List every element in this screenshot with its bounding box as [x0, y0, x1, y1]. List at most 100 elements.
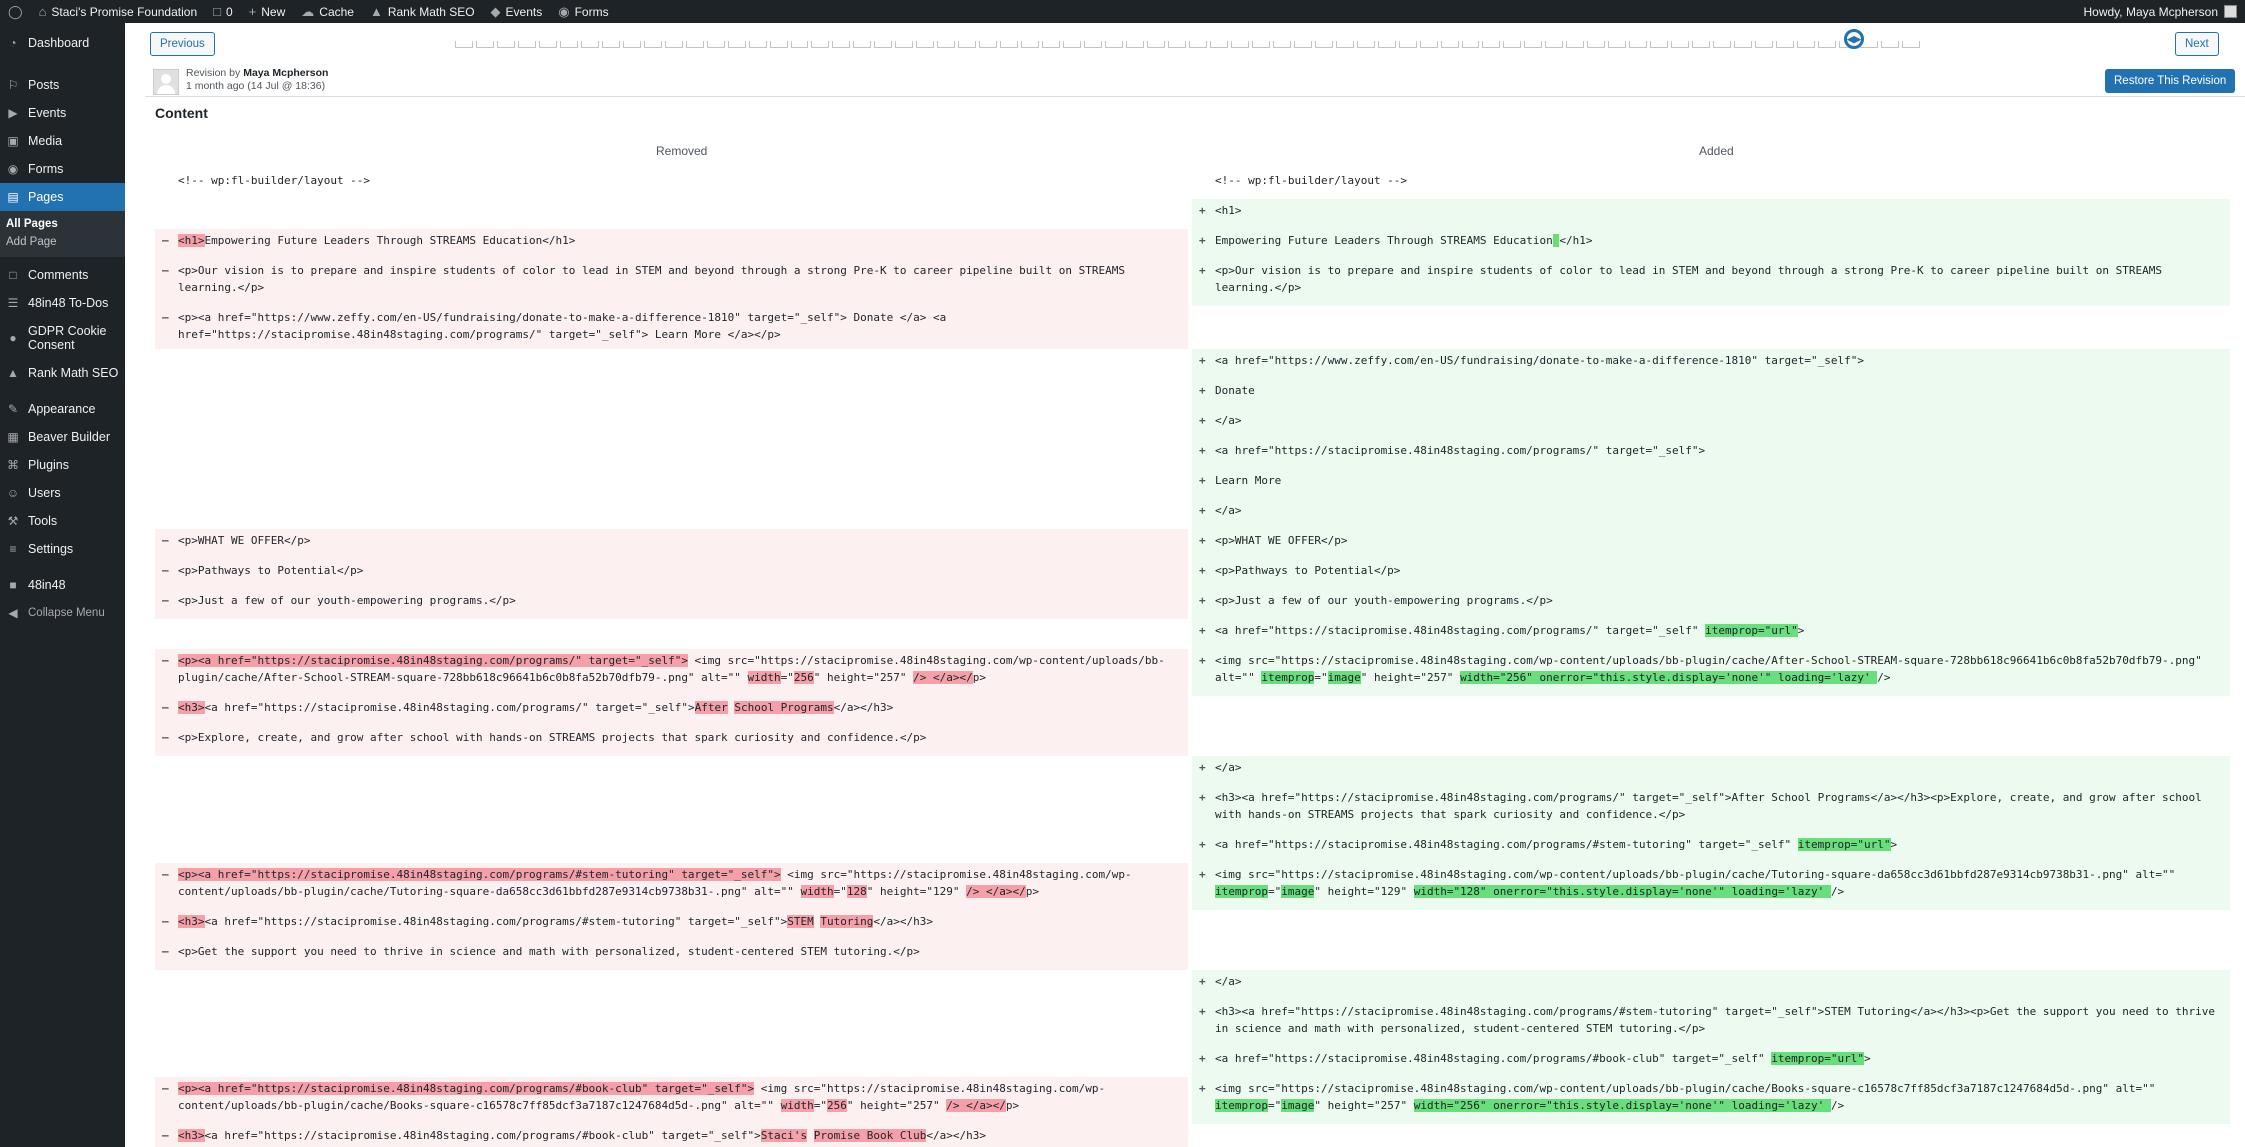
diff-text: <a href="https://stacipromise.48in48stag… — [1215, 444, 1706, 457]
diff-text: > — [1797, 624, 1805, 637]
slider-tick — [1692, 41, 1711, 48]
sidebar-item-users[interactable]: ☺ Users — [0, 479, 125, 507]
revision-author: Maya Mcpherson — [243, 67, 329, 79]
plus-icon: + — [1199, 534, 1206, 547]
sidebar-item-posts[interactable]: ⚐ Posts — [0, 71, 125, 99]
minus-icon: – — [162, 1129, 169, 1142]
sidebar-item-pages[interactable]: ▤ Pages — [0, 183, 125, 211]
previous-button[interactable]: Previous — [150, 32, 215, 56]
diff-text: > — [1890, 838, 1898, 851]
diff-row: – <p><a href="https://www.zeffy.com/en-US… — [155, 306, 2230, 349]
next-button[interactable]: Next — [2175, 32, 2219, 56]
added-text: width="128" onerror="this.style.display=… — [1413, 885, 1831, 898]
sidebar-item-comments[interactable]: □ Comments — [0, 261, 125, 289]
diff-row: + <h3><a href="https://stacipromise.48in4… — [155, 786, 2230, 833]
diff-added-line: + Donate — [1192, 379, 2230, 409]
slider-tick — [979, 41, 998, 48]
sidebar-item-settings[interactable]: ≡ Settings — [0, 535, 125, 563]
rank-math-link[interactable]: ▲ Rank Math SEO — [362, 0, 483, 23]
slider-tick — [1000, 41, 1019, 48]
diff-text: " height="129" — [1314, 885, 1414, 898]
collapse-menu-button[interactable]: ◀ Collapse Menu — [0, 599, 125, 627]
sidebar-item-rank-math[interactable]: ▲ Rank Math SEO — [0, 359, 125, 387]
comment-icon: □ — [213, 4, 221, 19]
home-icon: ⌂ — [38, 4, 47, 19]
chart-icon: ▲ — [7, 366, 19, 380]
plus-icon: + — [1199, 1052, 1206, 1065]
plus-icon: + — [1199, 838, 1206, 851]
plus-icon: + — [1199, 234, 1206, 247]
sidebar-item-plugins[interactable]: ⌘ Plugins — [0, 451, 125, 479]
minus-icon: – — [162, 915, 169, 928]
sidebar-item-beaver-builder[interactable]: ▦ Beaver Builder — [0, 423, 125, 451]
sidebar-item-dashboard[interactable]: ◔ Dashboard — [0, 29, 125, 57]
slider-tick — [1608, 41, 1627, 48]
site-name-link[interactable]: ⌂ Staci's Promise Foundation — [31, 0, 206, 23]
new-content-link[interactable]: + New — [241, 0, 294, 23]
diff-text: </h1> — [1559, 234, 1593, 247]
sidebar-item-label: Settings — [28, 542, 74, 556]
minus-icon: – — [162, 564, 169, 577]
sidebar-item-gdpr[interactable]: ● GDPR Cookie Consent — [0, 317, 125, 359]
slider-tick — [958, 41, 977, 48]
sidebar-item-48in48[interactable]: ■ 48in48 — [0, 571, 125, 599]
slider-tick — [1314, 41, 1333, 48]
plug-icon: ⌘ — [7, 458, 19, 472]
slider-tick — [1335, 41, 1354, 48]
diff-deleted-line: – <p><a href="https://www.zeffy.com/en-US… — [155, 306, 1188, 349]
slider-tick — [1167, 41, 1186, 48]
diff-row: – <h3><a href="https://stacipromise.48in4… — [155, 696, 2230, 726]
diff-text: <p>Just a few of our youth-empowering pr… — [1215, 594, 1553, 607]
slider-tick — [937, 41, 956, 48]
submenu-item-all-pages[interactable]: All Pages — [0, 215, 125, 233]
diff-text: </a></h3> — [833, 701, 894, 714]
sidebar-item-label: Tools — [28, 514, 58, 528]
diff-empty-cell — [155, 786, 1188, 833]
slider-tick — [1377, 41, 1396, 48]
account-menu[interactable]: Howdy, Maya Mcpherson — [2084, 5, 2245, 19]
slider-handle-icon[interactable]: ◀▶ — [1844, 29, 1865, 49]
sidebar-item-tools[interactable]: ⚒ Tools — [0, 507, 125, 535]
diff-text: Donate — [1215, 384, 1255, 397]
diff-empty-cell — [1192, 726, 2230, 756]
cloud-icon: ☁ — [301, 3, 315, 19]
slider-tick — [811, 41, 830, 48]
submenu-item-add-page[interactable]: Add Page — [0, 233, 125, 251]
removed-text: <p><a href="https://stacipromise.48in48s… — [178, 868, 781, 881]
cache-link[interactable]: ☁ Cache — [293, 0, 362, 23]
forms-link[interactable]: ◉ Forms — [550, 0, 616, 23]
diff-deleted-line: – <p>Pathways to Potential</p> — [155, 559, 1188, 589]
slider-tick — [1126, 41, 1144, 48]
diff-row: – <h1>Empowering Future Leaders Through S… — [155, 229, 2230, 259]
sidebar-item-label: Forms — [28, 162, 64, 176]
plus-icon: + — [1199, 444, 1206, 457]
diff-text: <a href="https://stacipromise.48in48stag… — [204, 915, 788, 928]
diff-text: =" — [1314, 671, 1328, 684]
plus-icon: + — [1199, 761, 1206, 774]
diff-text: <a href="https://stacipromise.48in48stag… — [1215, 624, 1706, 637]
revision-slider-track[interactable] — [455, 41, 1920, 49]
diff-text: </a></h3> — [873, 915, 934, 928]
sidebar-item-todos[interactable]: ☰ 48in48 To-Dos — [0, 289, 125, 317]
slider-tick — [1461, 41, 1480, 48]
diff-row: + <a href="https://stacipromise.48in48st… — [155, 619, 2230, 649]
diff-text: " height="257" — [1314, 1099, 1414, 1112]
sidebar-item-forms[interactable]: ◉ Forms — [0, 155, 125, 183]
sidebar-item-appearance[interactable]: ✎ Appearance — [0, 395, 125, 423]
diff-empty-cell — [155, 1047, 1188, 1077]
comments-link[interactable]: □ 0 — [205, 0, 241, 23]
diff-empty-cell — [155, 499, 1188, 529]
sidebar-item-events[interactable]: ▶ Events — [0, 99, 125, 127]
wordpress-logo-icon[interactable]: ◯ — [0, 0, 31, 23]
diff-added-line: + Learn More — [1192, 469, 2230, 499]
removed-text: School Programs — [734, 701, 834, 714]
diff-text: =" — [780, 671, 794, 684]
brush-icon: ✎ — [7, 402, 19, 416]
diff-empty-cell — [155, 1000, 1188, 1047]
events-link[interactable]: ◆ Events — [483, 0, 551, 23]
sidebar-item-media[interactable]: ▣ Media — [0, 127, 125, 155]
diff-row: + </a> — [155, 409, 2230, 439]
restore-revision-button[interactable]: Restore This Revision — [2105, 69, 2236, 93]
removed-text: <h3> — [178, 701, 205, 714]
diff-text: <p>Pathways to Potential</p> — [1215, 564, 1401, 577]
